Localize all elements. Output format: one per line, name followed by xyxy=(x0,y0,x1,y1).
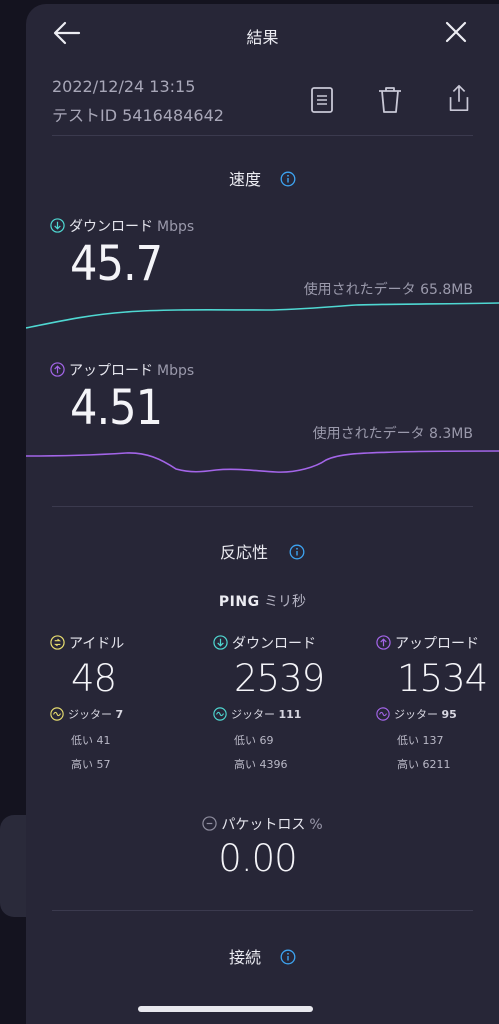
trash-icon[interactable] xyxy=(377,85,403,115)
share-icon[interactable] xyxy=(446,83,472,113)
close-icon[interactable] xyxy=(444,20,468,44)
divider xyxy=(52,910,473,911)
upload-arrow-icon xyxy=(50,362,65,377)
download-jitter-row: ジッター 111 xyxy=(213,706,301,722)
info-icon[interactable] xyxy=(280,949,296,965)
upload-speed-label-row: アップロード Mbps xyxy=(50,360,194,380)
upload-label: アップロード xyxy=(69,363,153,379)
upload-jitter-value: 95 xyxy=(441,708,457,721)
ping-download-label-row: ダウンロード xyxy=(213,633,316,653)
ping-label: PING xyxy=(218,594,260,610)
idle-jitter-value: 7 xyxy=(115,708,124,721)
download-arrow-icon xyxy=(213,635,228,650)
jitter-wave-icon xyxy=(376,707,390,721)
packet-loss-label: パケットロス xyxy=(221,817,306,833)
page-title: 結果 xyxy=(246,28,279,47)
packet-loss-icon xyxy=(202,816,218,831)
jitter-wave-icon xyxy=(213,707,227,721)
upload-speed-value: 4.51 xyxy=(70,380,163,436)
download-ping-value: 2539 xyxy=(234,657,325,700)
upload-arrow-icon xyxy=(376,635,391,650)
upload-unit: Mbps xyxy=(157,363,195,379)
idle-icon xyxy=(50,635,65,650)
packet-loss-label-row: パケットロス% xyxy=(26,814,499,834)
download-speed-label-row: ダウンロード Mbps xyxy=(50,216,194,236)
download-jitter-label: ジッター xyxy=(231,708,275,721)
packet-loss-unit: % xyxy=(309,817,323,833)
upload-ping-value: 1534 xyxy=(397,657,488,700)
test-datetime: 2022/12/24 13:15 xyxy=(52,77,196,96)
result-sheet: 結果 2022/12/24 13:15 テストID 5416484642 速度 … xyxy=(26,4,499,1024)
home-indicator[interactable] xyxy=(138,1006,313,1012)
info-icon[interactable] xyxy=(289,544,305,560)
divider xyxy=(52,135,473,136)
download-low: 低い 69 xyxy=(234,734,274,747)
ping-unit: ミリ秒 xyxy=(264,594,307,610)
download-label: ダウンロード xyxy=(69,219,153,235)
document-icon[interactable] xyxy=(309,85,335,115)
download-speed-value: 45.7 xyxy=(70,236,163,292)
download-speed-graph xyxy=(26,302,499,329)
ping-idle-label-row: アイドル xyxy=(50,633,124,653)
ping-header: PING ミリ秒 xyxy=(26,591,499,611)
idle-low: 低い 41 xyxy=(71,734,111,747)
download-arrow-icon xyxy=(50,218,65,233)
download-jitter-value: 111 xyxy=(278,708,302,721)
responsiveness-section-title: 反応性 xyxy=(219,543,268,562)
upload-speed-graph xyxy=(26,450,499,473)
info-icon[interactable] xyxy=(280,171,296,187)
upload-jitter-label: ジッター xyxy=(394,708,438,721)
connection-section-header: 接続 xyxy=(26,944,499,968)
idle-ping-value: 48 xyxy=(71,657,117,700)
upload-low: 低い 137 xyxy=(397,734,444,747)
ping-download-label: ダウンロード xyxy=(232,636,316,652)
idle-high: 高い 57 xyxy=(71,758,111,771)
idle-jitter-row: ジッター 7 xyxy=(50,706,123,722)
test-id: テストID 5416484642 xyxy=(52,106,224,125)
responsiveness-section-header: 反応性 xyxy=(26,539,499,563)
idle-label: アイドル xyxy=(69,636,125,652)
packet-loss-value: 0.00 xyxy=(218,837,297,880)
jitter-wave-icon xyxy=(50,707,64,721)
upload-high: 高い 6211 xyxy=(397,758,451,771)
connection-section-title: 接続 xyxy=(228,948,261,967)
idle-jitter-label: ジッター xyxy=(68,708,112,721)
upload-jitter-row: ジッター 95 xyxy=(376,706,457,722)
ping-upload-label-row: アップロード xyxy=(376,633,479,653)
download-unit: Mbps xyxy=(157,219,195,235)
speed-section-title: 速度 xyxy=(228,170,261,189)
divider xyxy=(52,506,473,507)
ping-upload-label: アップロード xyxy=(395,636,479,652)
download-high: 高い 4396 xyxy=(234,758,288,771)
speed-section-header: 速度 xyxy=(26,166,499,190)
